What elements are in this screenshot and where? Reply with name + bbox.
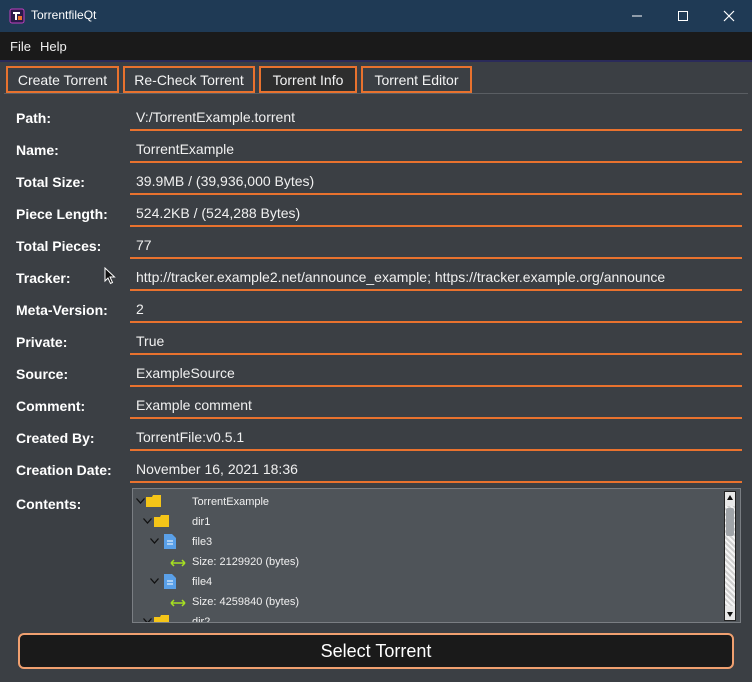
private-field[interactable]: True <box>130 329 742 355</box>
contents-label: Contents: <box>16 496 82 512</box>
comment-field[interactable]: Example comment <box>130 393 742 419</box>
total-pieces-label: Total Pieces: <box>16 238 102 254</box>
scroll-down-icon[interactable] <box>726 610 734 618</box>
name-field[interactable]: TorrentExample <box>130 137 742 163</box>
creation-date-field[interactable]: November 16, 2021 18:36 <box>130 457 742 483</box>
minimize-icon <box>632 15 642 17</box>
tree-node-label[interactable]: file4 <box>192 576 212 588</box>
folder-icon <box>154 615 169 622</box>
size-arrow-icon <box>170 599 186 607</box>
piece-length-label: Piece Length: <box>16 206 108 222</box>
tab-torrent-info[interactable]: Torrent Info <box>259 66 357 93</box>
tree-node-label: Size: 2129920 (bytes) <box>192 556 300 568</box>
chevron-down-icon[interactable] <box>150 578 159 584</box>
file-icon <box>164 534 176 549</box>
contents-tree[interactable]: TorrentExample dir1 file3 Size: 2129920 … <box>132 488 741 623</box>
chevron-down-icon[interactable] <box>143 618 152 623</box>
created-by-field[interactable]: TorrentFile:v0.5.1 <box>130 425 742 451</box>
path-label: Path: <box>16 110 51 126</box>
select-torrent-button[interactable]: Select Torrent <box>18 633 734 669</box>
folder-icon <box>146 495 161 507</box>
private-label: Private: <box>16 334 68 350</box>
window-title: TorrentfileQt <box>31 8 97 22</box>
chevron-down-icon[interactable] <box>143 518 152 524</box>
menu-bar: File Help <box>0 32 752 62</box>
tracker-field[interactable]: http://tracker.example2.net/announce_exa… <box>130 265 742 291</box>
tracker-label: Tracker: <box>16 270 71 286</box>
tree-node-label[interactable]: file3 <box>192 536 212 548</box>
tree-node-label[interactable]: dir2 <box>192 616 210 622</box>
scroll-thumb[interactable] <box>726 508 734 536</box>
total-size-field[interactable]: 39.9MB / (39,936,000 Bytes) <box>130 169 742 195</box>
title-bar: TorrentfileQt <box>0 0 752 32</box>
close-button[interactable] <box>706 0 752 32</box>
name-label: Name: <box>16 142 59 158</box>
meta-version-label: Meta-Version: <box>16 302 108 318</box>
tab-bar: Create Torrent Re-Check Torrent Torrent … <box>0 64 752 94</box>
close-icon <box>723 10 735 22</box>
source-label: Source: <box>16 366 69 382</box>
mouse-cursor-icon <box>104 267 116 285</box>
menu-help[interactable]: Help <box>40 39 67 54</box>
tab-recheck-torrent[interactable]: Re-Check Torrent <box>123 66 255 93</box>
created-by-label: Created By: <box>16 430 95 446</box>
file-icon <box>164 574 176 589</box>
menu-file[interactable]: File <box>10 39 31 54</box>
app-logo-icon <box>9 8 25 24</box>
path-field[interactable]: V:/TorrentExample.torrent <box>130 105 742 131</box>
tree-node-label: Size: 4259840 (bytes) <box>192 596 300 608</box>
total-pieces-field[interactable]: 77 <box>130 233 742 259</box>
minimize-button[interactable] <box>614 0 660 32</box>
tab-create-torrent[interactable]: Create Torrent <box>6 66 119 93</box>
piece-length-field[interactable]: 524.2KB / (524,288 Bytes) <box>130 201 742 227</box>
scroll-up-icon[interactable] <box>726 494 734 502</box>
creation-date-label: Creation Date: <box>16 462 112 478</box>
maximize-icon <box>678 11 688 21</box>
tab-pane-border <box>4 93 748 94</box>
tree-scrollbar[interactable] <box>724 491 736 621</box>
folder-icon <box>154 515 169 527</box>
source-field[interactable]: ExampleSource <box>130 361 742 387</box>
meta-version-field[interactable]: 2 <box>130 297 742 323</box>
tree-node-label[interactable]: dir1 <box>192 516 210 528</box>
total-size-label: Total Size: <box>16 174 85 190</box>
tree-node-label[interactable]: TorrentExample <box>192 496 269 508</box>
size-arrow-icon <box>170 559 186 567</box>
comment-label: Comment: <box>16 398 86 414</box>
chevron-down-icon[interactable] <box>150 538 159 544</box>
chevron-down-icon[interactable] <box>136 498 145 504</box>
tab-torrent-editor[interactable]: Torrent Editor <box>361 66 472 93</box>
maximize-button[interactable] <box>660 0 706 32</box>
